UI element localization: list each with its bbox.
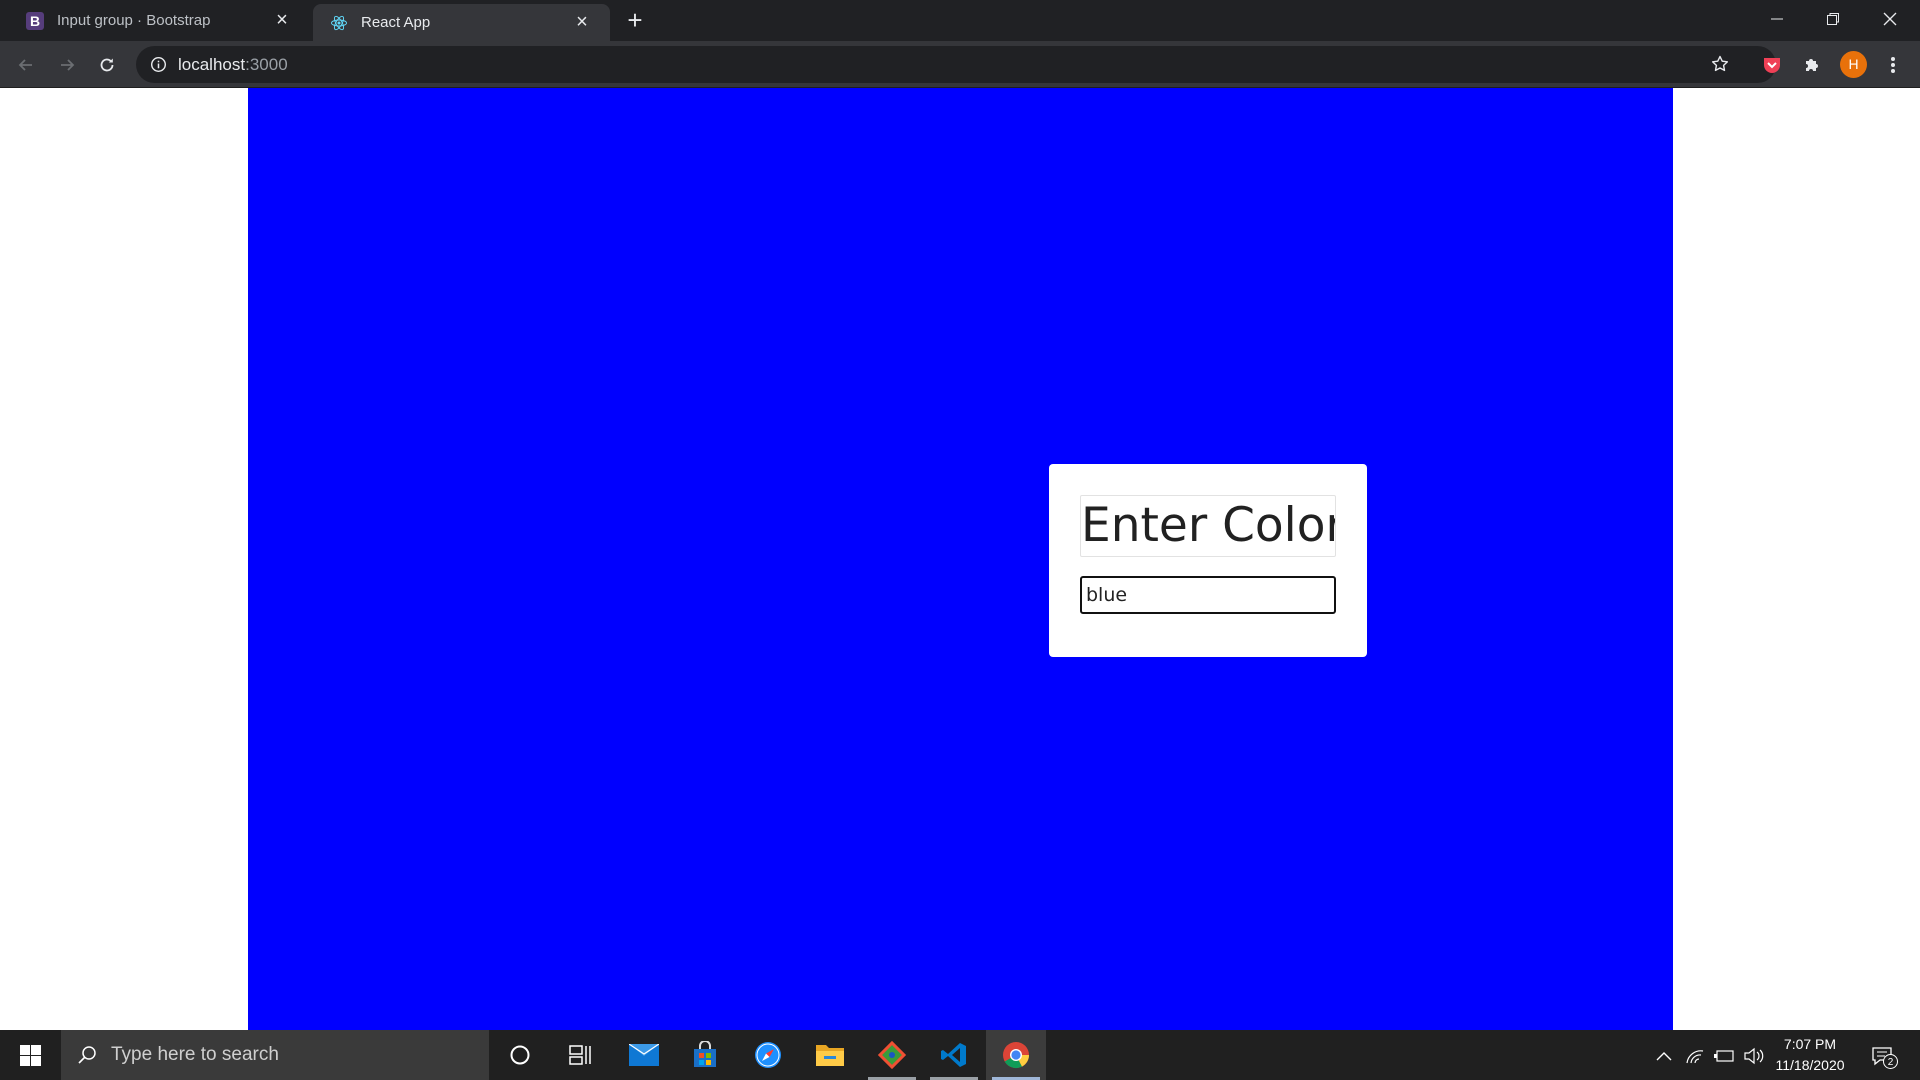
clock-time: 7:07 PM — [1783, 1036, 1837, 1052]
tab-title: React App — [361, 14, 431, 31]
search-icon — [77, 1045, 97, 1065]
back-icon[interactable] — [10, 49, 42, 81]
site-info-icon[interactable] — [150, 56, 167, 78]
color-input[interactable] — [1080, 576, 1336, 614]
safari-icon[interactable] — [738, 1030, 798, 1080]
color-input-card: Enter Color — [1049, 464, 1367, 657]
chrome-menu-icon[interactable] — [1878, 50, 1908, 80]
tab-bootstrap[interactable]: B Input group · Bootstrap × — [0, 0, 310, 41]
tab-title: Input group · Bootstrap — [57, 12, 211, 29]
close-tab-icon[interactable]: × — [270, 9, 294, 33]
forward-icon[interactable] — [51, 49, 83, 81]
cortana-icon[interactable] — [490, 1030, 550, 1080]
bootstrap-icon: B — [25, 11, 45, 31]
url-port: :3000 — [245, 55, 288, 74]
new-tab-icon[interactable]: + — [622, 7, 648, 34]
windows-taskbar: Type here to search 7:07 PM 11/18/2020 2 — [0, 1030, 1920, 1080]
search-placeholder: Type here to search — [111, 1044, 279, 1065]
url-host: localhost — [178, 55, 246, 74]
url-text: localhost:3000 — [178, 46, 288, 83]
page-viewport: Enter Color — [0, 88, 1920, 1030]
reload-icon[interactable] — [91, 49, 123, 81]
mail-icon[interactable] — [614, 1030, 674, 1080]
browser-tab-bar: B Input group · Bootstrap × React App × … — [0, 0, 1920, 41]
page-title: Enter Color — [1080, 495, 1336, 557]
taskbar-search-box[interactable]: Type here to search — [61, 1030, 489, 1080]
restore-icon[interactable] — [1805, 0, 1861, 38]
color-preview-area: Enter Color — [248, 88, 1673, 1030]
git-icon[interactable] — [862, 1030, 922, 1080]
notification-badge: 2 — [1883, 1054, 1898, 1069]
battery-icon[interactable] — [1712, 1044, 1736, 1068]
profile-avatar[interactable]: H — [1840, 51, 1867, 78]
action-center-icon[interactable]: 2 — [1866, 1040, 1898, 1072]
minimize-icon[interactable] — [1749, 0, 1805, 38]
chrome-icon[interactable] — [986, 1030, 1046, 1080]
extensions-puzzle-icon[interactable] — [1797, 50, 1827, 80]
tab-react-app[interactable]: React App × — [313, 4, 610, 41]
react-icon — [329, 13, 349, 33]
windows-start-icon[interactable] — [0, 1030, 60, 1080]
show-hidden-icons-icon[interactable] — [1652, 1044, 1676, 1068]
close-window-icon[interactable] — [1862, 0, 1918, 38]
task-view-icon[interactable] — [550, 1030, 610, 1080]
close-tab-icon[interactable]: × — [570, 11, 594, 35]
clock-date: 11/18/2020 — [1775, 1057, 1845, 1073]
address-bar[interactable]: localhost:3000 — [136, 46, 1776, 83]
file-explorer-icon[interactable] — [800, 1030, 860, 1080]
pocket-extension-icon[interactable] — [1757, 50, 1787, 80]
taskbar-clock[interactable]: 7:07 PM 11/18/2020 — [1760, 1034, 1860, 1076]
network-icon[interactable] — [1683, 1044, 1707, 1068]
vscode-icon[interactable] — [924, 1030, 984, 1080]
store-icon[interactable] — [675, 1030, 735, 1080]
browser-toolbar: localhost:3000 H — [0, 41, 1920, 88]
bookmark-star-icon[interactable] — [1710, 54, 1730, 79]
